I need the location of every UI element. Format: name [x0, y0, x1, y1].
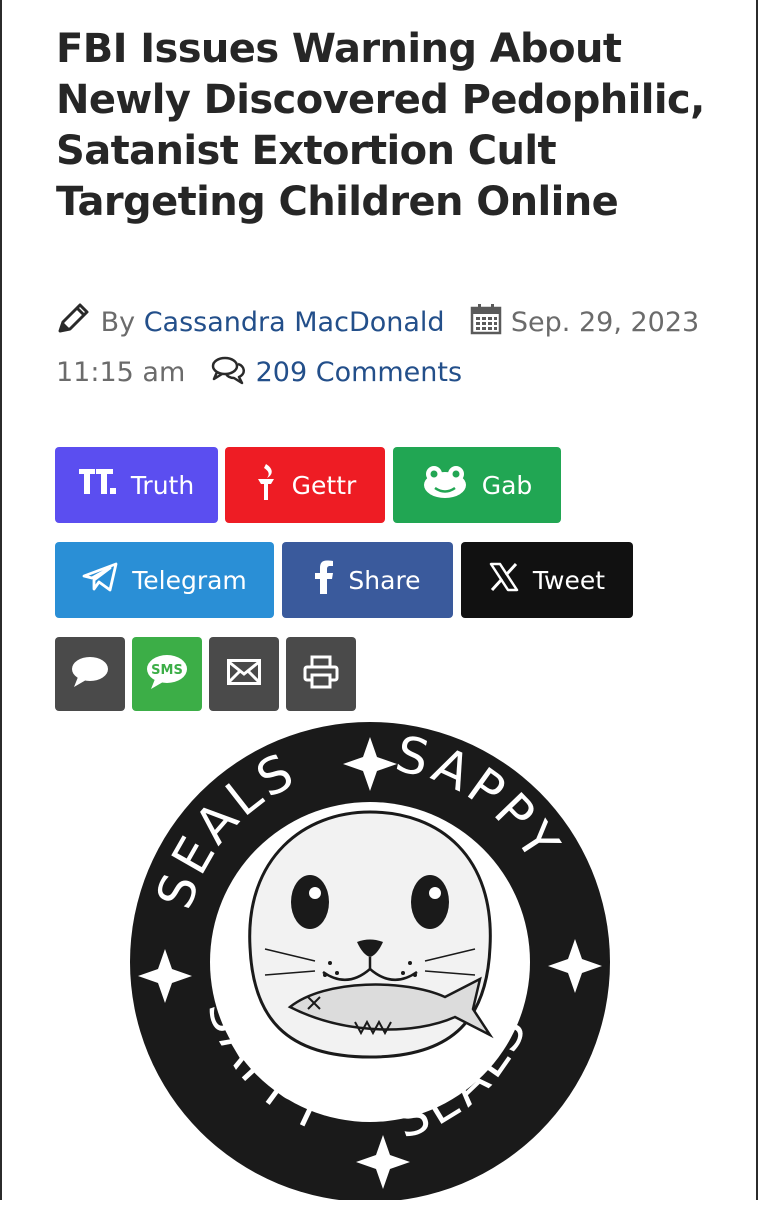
- facebook-icon: [314, 560, 334, 600]
- comments-link[interactable]: 209 Comments: [256, 357, 462, 388]
- gab-label: Gab: [481, 470, 533, 500]
- email-share-button[interactable]: [209, 637, 279, 711]
- author-link[interactable]: Cassandra MacDonald: [144, 307, 445, 338]
- truth-share-button[interactable]: Truth: [55, 447, 218, 523]
- facebook-share-button[interactable]: Share: [282, 542, 453, 618]
- gettr-label: Gettr: [291, 470, 357, 500]
- truth-social-icon: [78, 467, 117, 503]
- print-button[interactable]: [286, 637, 356, 711]
- comments-icon: [211, 354, 247, 400]
- sms-share-button[interactable]: SMS: [132, 637, 202, 711]
- pencil-icon: [56, 301, 92, 350]
- truth-label: Truth: [130, 470, 195, 500]
- comment-share-button[interactable]: [55, 637, 125, 711]
- gab-share-button[interactable]: Gab: [393, 447, 561, 523]
- speech-bubble-icon: [70, 654, 110, 695]
- sms-icon-text: SMS: [151, 663, 183, 678]
- sappy-seals-logo-image: SEALS SAPPY SAPPY SEALS: [125, 717, 615, 1202]
- gettr-torch-icon: [254, 462, 278, 508]
- gettr-share-button[interactable]: Gettr: [225, 447, 385, 523]
- printer-icon: [303, 655, 339, 694]
- telegram-label: Telegram: [132, 565, 247, 595]
- article-title: FBI Issues Warning About Newly Discovere…: [56, 26, 705, 225]
- envelope-icon: [227, 658, 261, 690]
- left-frame-edge: [0, 0, 2, 1200]
- sms-icon: SMS: [145, 652, 189, 697]
- byline-prefix: By: [100, 307, 136, 338]
- x-label: Tweet: [532, 565, 606, 595]
- x-logo-icon: [489, 562, 519, 598]
- article-meta: By Cassandra MacDonald Sep. 29, 2023 11:…: [56, 300, 736, 400]
- seal-face-illustration: [248, 810, 494, 1059]
- x-tweet-button[interactable]: Tweet: [461, 542, 633, 618]
- calendar-icon: [470, 303, 502, 350]
- gab-frog-icon: [422, 465, 468, 505]
- facebook-label: Share: [348, 565, 421, 595]
- telegram-share-button[interactable]: Telegram: [55, 542, 274, 618]
- telegram-plane-icon: [82, 562, 118, 598]
